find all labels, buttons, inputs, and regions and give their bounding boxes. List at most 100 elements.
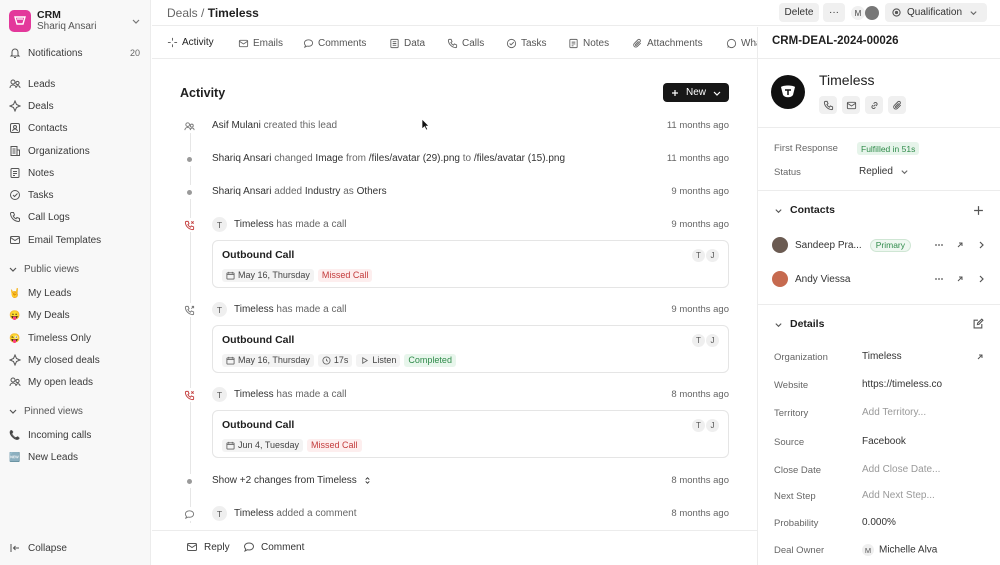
call-card[interactable]: Outbound Call TJ May 16, Thursday Missed…	[212, 240, 729, 288]
deal-owner-field[interactable]: M Michelle Alva	[862, 544, 937, 556]
chevron-right-icon[interactable]	[976, 274, 986, 284]
details-section-toggle[interactable]: Details	[774, 318, 824, 330]
sidebar-item-contacts[interactable]: Contacts	[6, 118, 146, 138]
sidebar-item-notifications[interactable]: Notifications 20	[6, 43, 146, 63]
comment-label: Comment	[261, 541, 305, 553]
sidebar-item-label: Incoming calls	[28, 429, 92, 441]
sidebar-item-timeless-only[interactable]: 😜 Timeless Only	[6, 328, 146, 348]
new-button[interactable]: New	[663, 83, 729, 102]
website-field[interactable]: https://timeless.co	[862, 379, 942, 390]
tab-comments[interactable]: Comments	[303, 27, 366, 58]
more-horizontal-icon[interactable]	[934, 274, 944, 284]
close-date-field[interactable]: Add Close Date...	[862, 464, 940, 475]
organization-field[interactable]: Timeless	[862, 351, 902, 362]
more-horizontal-icon[interactable]	[934, 240, 944, 250]
sidebar-item-my-deals[interactable]: 😛 My Deals	[6, 305, 146, 325]
probability-field[interactable]: 0.000%	[862, 517, 896, 528]
activity-time: 8 months ago	[671, 508, 729, 519]
website-label: Website	[774, 380, 809, 391]
tab-emails[interactable]: Emails	[238, 27, 283, 58]
sidebar-item-label: Notes	[28, 167, 55, 179]
sidebar-item-organizations[interactable]: Organizations	[6, 141, 146, 161]
wink-tongue-emoji-icon: 😜	[9, 333, 21, 343]
tab-activity[interactable]: Activity	[167, 27, 214, 58]
sidebar-item-deals[interactable]: Deals	[6, 96, 146, 116]
open-link-arrow-icon[interactable]	[955, 274, 965, 284]
sidebar-item-tasks[interactable]: Tasks	[6, 185, 146, 205]
tab-whatsapp[interactable]: WhatsApp	[726, 27, 757, 58]
tab-calls[interactable]: Calls	[447, 27, 484, 58]
call-participants: TJ	[691, 334, 719, 347]
deal-status-dropdown[interactable]: Qualification	[885, 3, 987, 22]
comment-icon	[182, 507, 196, 521]
add-contact-plus-icon[interactable]	[973, 205, 984, 216]
call-card[interactable]: Outbound Call TJ May 16, Thursday 17s Li…	[212, 325, 729, 373]
sidebar-item-call-logs[interactable]: Call Logs	[6, 207, 146, 227]
sidebar-item-my-closed-deals[interactable]: My closed deals	[6, 350, 146, 370]
sidebar-item-incoming-calls[interactable]: 📞 Incoming calls	[6, 425, 146, 445]
activity-actor[interactable]: Shariq Ansari	[212, 186, 271, 197]
open-link-arrow-icon[interactable]	[955, 240, 965, 250]
territory-field[interactable]: Add Territory...	[862, 407, 926, 418]
status-select[interactable]: Replied	[859, 166, 909, 177]
breadcrumb-deals[interactable]: Deals	[167, 6, 198, 20]
assignee-avatar[interactable]: M	[851, 6, 865, 20]
brand-switcher[interactable]: CRM Shariq Ansari	[9, 8, 144, 34]
organization-logo[interactable]	[771, 75, 805, 109]
attach-button[interactable]	[888, 96, 906, 114]
source-field[interactable]: Facebook	[862, 436, 906, 447]
next-step-field[interactable]: Add Next Step...	[862, 490, 935, 501]
call-card[interactable]: Outbound Call TJ Jun 4, Tuesday Missed C…	[212, 410, 729, 458]
chevron-right-icon[interactable]	[976, 240, 986, 250]
activity-actor[interactable]: Timeless	[234, 219, 274, 230]
pinned-views-toggle[interactable]: Pinned views	[8, 403, 83, 419]
show-changes-toggle[interactable]: Show +2 changes from Timeless	[212, 475, 372, 486]
contacts-section-toggle[interactable]: Contacts	[774, 204, 835, 216]
participant-avatar: T	[692, 334, 705, 347]
deal-owner-label: Deal Owner	[774, 545, 825, 556]
listen-button[interactable]: Listen	[356, 353, 401, 367]
sidebar-item-label: Organizations	[28, 145, 90, 157]
activity-actor[interactable]: Shariq Ansari	[212, 153, 271, 164]
more-button[interactable]: ···	[823, 3, 845, 22]
activity-text: to	[459, 153, 474, 164]
tab-tasks[interactable]: Tasks	[506, 27, 547, 58]
sidebar-item-notes[interactable]: Notes	[6, 163, 146, 183]
tab-notes[interactable]: Notes	[568, 27, 609, 58]
activity-time: 9 months ago	[671, 219, 729, 230]
edit-icon[interactable]	[973, 318, 984, 329]
activity-actor[interactable]: Timeless	[234, 304, 274, 315]
contacts-icon	[9, 122, 21, 134]
participant-avatar: J	[706, 249, 719, 262]
contact-row[interactable]: Sandeep Pra... Primary	[772, 235, 986, 255]
activity-text: has made a call	[273, 219, 347, 230]
sidebar-item-my-open-leads[interactable]: My open leads	[6, 372, 146, 392]
contacts-title: Contacts	[790, 204, 835, 216]
delete-button[interactable]: Delete	[779, 3, 819, 22]
email-button[interactable]	[842, 96, 860, 114]
tab-attachments[interactable]: Attachments	[632, 27, 703, 58]
activity-actor[interactable]: Asif Mulani	[212, 120, 261, 131]
sidebar-item-leads[interactable]: Leads	[6, 74, 146, 94]
tab-data[interactable]: Data	[389, 27, 425, 58]
contact-name: Andy Viessa	[795, 273, 851, 285]
collapse-button[interactable]: Collapse	[6, 538, 146, 558]
assignee-avatar-photo[interactable]	[865, 6, 879, 20]
call-button[interactable]	[819, 96, 837, 114]
link-button[interactable]	[865, 96, 883, 114]
activity-actor[interactable]: Timeless	[234, 508, 274, 519]
sidebar-item-new-leads[interactable]: 🆕 New Leads	[6, 447, 146, 467]
sidebar-item-my-leads[interactable]: 🤘 My Leads	[6, 283, 146, 303]
reply-button[interactable]: Reply	[186, 541, 230, 553]
section-label: Public views	[24, 263, 80, 275]
organization-label: Organization	[774, 352, 828, 363]
public-views-toggle[interactable]: Public views	[8, 261, 79, 277]
activity-time: 9 months ago	[671, 186, 729, 197]
activity-actor[interactable]: Timeless	[234, 389, 274, 400]
email-icon	[238, 38, 249, 49]
sidebar-item-email-templates[interactable]: Email Templates	[6, 230, 146, 250]
open-link-arrow-icon[interactable]	[975, 352, 985, 362]
comment-button[interactable]: Comment	[243, 541, 304, 553]
call-title: Outbound Call	[222, 334, 295, 346]
contact-row[interactable]: Andy Viessa	[772, 269, 986, 289]
